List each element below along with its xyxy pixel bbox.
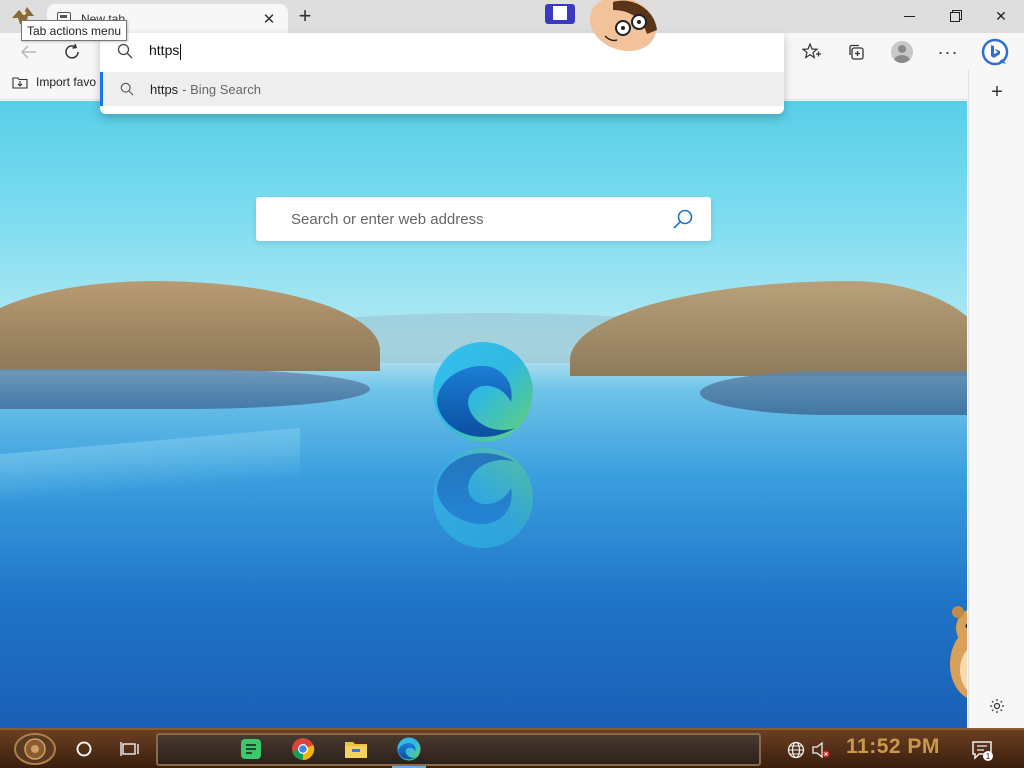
new-tab-page: Search or enter web address	[0, 101, 967, 728]
cortana-button[interactable]	[70, 735, 98, 763]
background-water	[0, 427, 300, 505]
plus-icon: +	[991, 80, 1003, 103]
chrome-icon	[292, 738, 315, 761]
search-icon	[673, 209, 693, 229]
search-input[interactable]: Search or enter web address	[291, 211, 671, 228]
profile-button[interactable]	[887, 37, 917, 67]
background-hill-right	[570, 281, 967, 376]
import-icon	[12, 77, 28, 89]
minimize-button[interactable]	[886, 0, 932, 33]
background-hill-left	[0, 281, 380, 371]
task-view-button[interactable]	[116, 735, 144, 763]
cortana-icon	[76, 741, 92, 757]
suggestion-query: https	[150, 81, 179, 97]
task-view-icon	[120, 742, 139, 756]
volume-muted-icon[interactable]	[811, 740, 831, 760]
star-icon	[802, 43, 821, 59]
bing-chat-button[interactable]	[980, 37, 1010, 67]
taskbar-app-sticky-notes[interactable]	[238, 736, 264, 762]
gear-icon	[990, 699, 1004, 713]
notification-count: 1	[986, 752, 991, 761]
background-shore-left	[0, 369, 370, 409]
search-icon	[117, 43, 133, 59]
folder-icon	[345, 742, 367, 758]
sticky-notes-icon	[241, 739, 261, 759]
start-button[interactable]	[10, 732, 60, 766]
hamster-sticker	[950, 606, 967, 698]
refresh-button[interactable]	[57, 37, 87, 67]
title-bar: New tab ✕ + ✕	[0, 0, 1024, 33]
favorites-button[interactable]	[797, 37, 827, 67]
taskbar-app-file-explorer[interactable]	[343, 736, 369, 762]
edge-logo-reflection	[433, 448, 533, 548]
web-search-box[interactable]: Search or enter web address	[256, 197, 711, 241]
notification-center-icon[interactable]: 1	[970, 738, 994, 762]
import-favorites-label: Import favo	[36, 75, 97, 89]
arrow-left-icon	[20, 45, 36, 59]
address-input[interactable]: https	[149, 42, 182, 60]
taskbar: 11:52 PM 1	[0, 728, 1024, 768]
collections-icon	[849, 44, 864, 60]
taskbar-app-edge[interactable]	[392, 736, 426, 768]
import-favorites-button[interactable]: Import favo	[12, 75, 96, 89]
text-caret	[180, 43, 182, 60]
customize-sidebar-button[interactable]: +	[985, 80, 1009, 104]
close-window-button[interactable]: ✕	[978, 0, 1024, 33]
new-tab-button[interactable]: +	[292, 3, 318, 29]
address-input-value: https	[149, 42, 180, 59]
search-submit-button[interactable]	[671, 207, 695, 231]
steampunk-start-icon	[14, 733, 56, 765]
taskbar-app-chrome[interactable]	[290, 736, 316, 762]
cartoon-face-sticker	[545, 0, 657, 52]
restore-button[interactable]	[932, 0, 978, 33]
network-globe-icon[interactable]	[786, 740, 806, 760]
bing-chat-icon	[981, 38, 1009, 66]
avatar-icon	[891, 41, 913, 63]
search-icon	[120, 82, 134, 96]
settings-and-more-button[interactable]: ···	[933, 37, 963, 67]
address-bar-dropdown: https https - Bing Search	[100, 33, 784, 114]
suggestion-item[interactable]: https - Bing Search	[100, 72, 784, 106]
back-button[interactable]	[14, 37, 44, 67]
page-settings-button[interactable]	[987, 696, 1007, 716]
more-icon: ···	[937, 41, 959, 62]
collections-button[interactable]	[841, 37, 871, 67]
taskbar-clock[interactable]: 11:52 PM	[846, 735, 940, 759]
refresh-icon	[65, 43, 79, 59]
suggestion-source: - Bing Search	[182, 81, 261, 97]
right-sidebar: +	[968, 70, 1024, 728]
tab-actions-tooltip: Tab actions menu	[21, 20, 128, 41]
background-shore-right	[700, 371, 967, 415]
edge-logo-icon	[433, 342, 533, 442]
close-tab-button[interactable]: ✕	[260, 10, 278, 28]
edge-icon	[397, 737, 421, 761]
address-bar[interactable]: https	[100, 33, 784, 69]
